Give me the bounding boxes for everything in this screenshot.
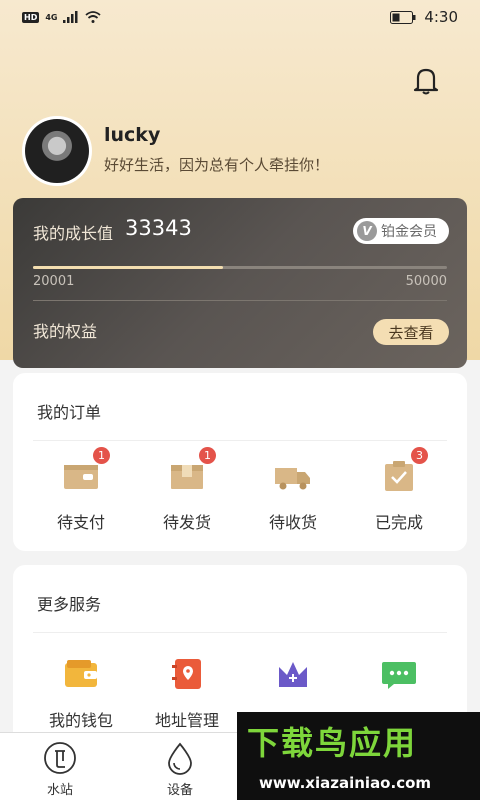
order-status-label: 待发货 — [162, 513, 211, 532]
avatar-photo — [25, 119, 89, 183]
order-status-completed[interactable]: 3 已完成 — [351, 447, 447, 533]
tab-device[interactable]: 设备 — [120, 733, 240, 800]
wifi-icon — [85, 11, 102, 23]
growth-value-card: 我的成长值 33343 V 铂金会员 20001 50000 我的权益 去查看 — [13, 198, 467, 368]
order-status-awaiting-shipment[interactable]: 1 待发货 — [139, 447, 235, 533]
badge-count: 3 — [411, 447, 428, 464]
status-bar-right: 4:30 — [390, 8, 458, 26]
orders-row: 1 待支付 1 待发货 待收货 3 已完成 — [28, 447, 452, 533]
card-divider — [33, 300, 447, 301]
order-status-pending-payment[interactable]: 1 待支付 — [33, 447, 129, 533]
status-bar-left: HD 4G — [22, 11, 102, 23]
view-benefits-button[interactable]: 去查看 — [373, 319, 449, 345]
notification-bell-icon[interactable] — [412, 66, 440, 96]
growth-progress-bar — [33, 266, 447, 269]
signal-icon — [63, 11, 78, 23]
services-divider — [33, 632, 447, 633]
vip-level-label: 铂金会员 — [381, 224, 437, 240]
orders-card: 我的订单 1 待支付 1 待发货 待收货 3 已完成 — [13, 373, 467, 551]
status-bar: HD 4G 4:30 — [0, 0, 480, 34]
package-box-icon: 1 — [168, 447, 216, 493]
delivery-truck-icon — [274, 459, 312, 493]
watermark-url: www.xiazainiao.com — [259, 774, 432, 792]
service-label: 我的钱包 — [48, 711, 113, 730]
wallet-icon — [62, 657, 100, 691]
crown-icon — [274, 657, 312, 691]
watermark-title: 下载鸟应用 — [247, 724, 418, 762]
progress-min-value: 20001 — [33, 274, 75, 289]
services-title: 更多服务 — [37, 595, 102, 614]
service-wallet[interactable]: 我的钱包 — [33, 657, 129, 731]
username: lucky — [104, 124, 161, 146]
tab-water-station[interactable]: 水站 — [0, 733, 120, 800]
growth-label: 我的成长值 — [33, 224, 114, 243]
progress-max-value: 50000 — [405, 274, 447, 289]
clipboard-check-icon: 3 — [380, 447, 428, 493]
network-type: 4G — [45, 12, 58, 22]
badge-count: 1 — [93, 447, 110, 464]
message-icon — [380, 657, 418, 691]
avatar[interactable] — [22, 116, 92, 186]
water-drop-icon — [168, 742, 192, 775]
clock-time: 4:30 — [424, 8, 458, 26]
order-status-awaiting-receipt[interactable]: 待收货 — [245, 459, 341, 533]
growth-value: 33343 — [125, 216, 192, 240]
orders-divider — [33, 440, 447, 441]
water-station-icon — [44, 742, 76, 774]
vip-v-icon: V — [357, 221, 377, 241]
wallet-card-icon: 1 — [62, 447, 110, 493]
hd-indicator: HD — [22, 11, 40, 23]
tab-label: 设备 — [166, 783, 193, 798]
watermark-overlay: 下载鸟应用 www.xiazainiao.com — [237, 712, 480, 800]
service-label: 地址管理 — [154, 711, 219, 730]
vip-level-badge[interactable]: V 铂金会员 — [353, 218, 449, 244]
benefits-label: 我的权益 — [33, 322, 98, 341]
growth-progress-fill — [33, 266, 224, 269]
service-address[interactable]: 地址管理 — [139, 657, 235, 731]
order-status-label: 待支付 — [56, 513, 105, 532]
tab-label: 水站 — [46, 783, 73, 798]
badge-count: 1 — [199, 447, 216, 464]
profile-motto: 好好生活，因为总有个人牵挂你！ — [104, 156, 330, 174]
address-book-icon — [168, 657, 206, 691]
order-status-label: 待收货 — [268, 513, 317, 532]
battery-icon — [390, 10, 416, 24]
order-status-label: 已完成 — [374, 513, 423, 532]
orders-title: 我的订单 — [37, 403, 102, 422]
